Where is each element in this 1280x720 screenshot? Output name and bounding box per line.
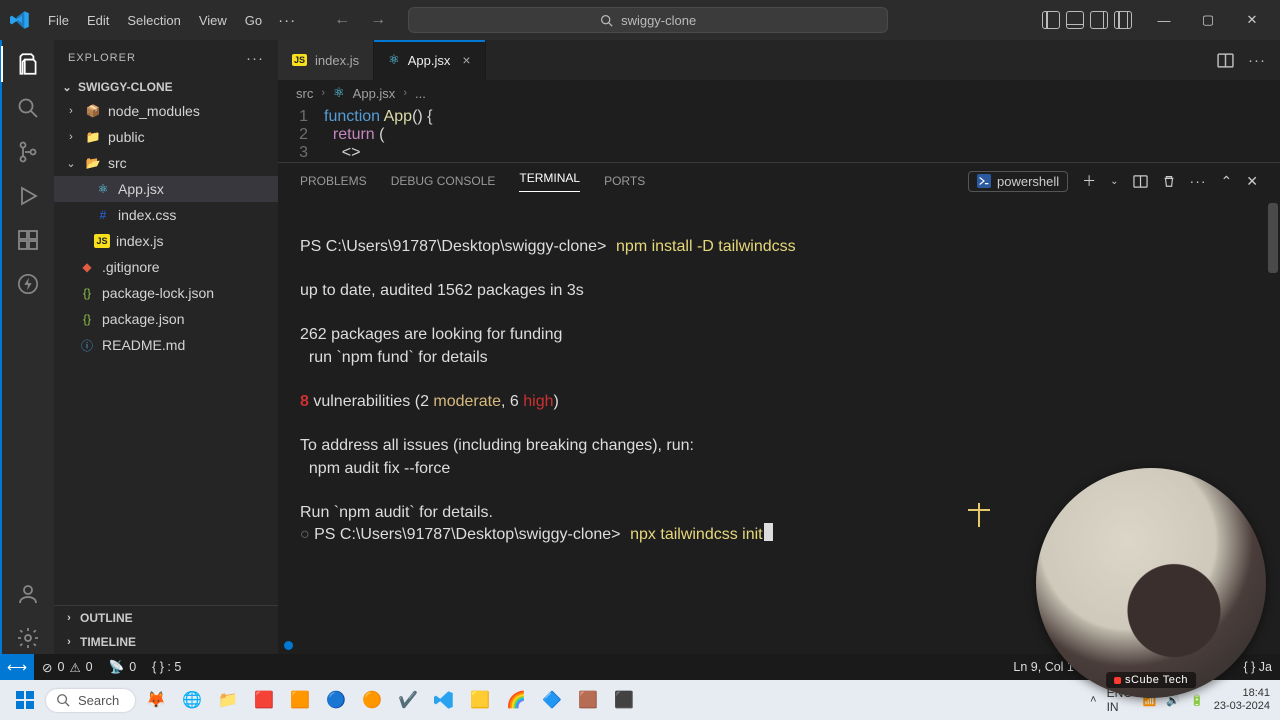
taskbar-app-7[interactable]: 🟠: [357, 685, 387, 715]
taskbar-app-10[interactable]: 🟫: [573, 685, 603, 715]
editor-tab[interactable]: ⚛App.jsx×: [374, 40, 485, 80]
search-icon: [600, 14, 613, 27]
status-problems[interactable]: ⊘0 ⚠0: [34, 660, 101, 675]
run-debug-activity-icon[interactable]: [12, 180, 44, 212]
taskbar-app-2[interactable]: 🌐: [177, 685, 207, 715]
panel-tab-terminal[interactable]: TERMINAL: [519, 171, 580, 192]
project-section-header[interactable]: ⌄ SWIGGY-CLONE: [54, 76, 278, 98]
explorer-more-icon[interactable]: ···: [246, 50, 264, 67]
customize-layout-icon[interactable]: [1114, 11, 1132, 29]
menu-selection[interactable]: Selection: [119, 9, 188, 32]
status-braces[interactable]: { } : 5: [144, 660, 189, 674]
taskbar-chrome[interactable]: 🌈: [501, 685, 531, 715]
file-tree: ›📦node_modules›📁public⌄📂src⚛App.jsx#inde…: [54, 98, 278, 605]
editor-tabs: JSindex.js⚛App.jsx× ···: [278, 40, 1280, 80]
window-maximize[interactable]: ▢: [1186, 5, 1230, 35]
status-ports[interactable]: 📡0: [101, 660, 145, 675]
maximize-panel-icon[interactable]: ⌃: [1221, 173, 1233, 190]
webcam-overlay: sCube Tech: [1036, 468, 1266, 698]
terminal-dropdown-icon[interactable]: ⌄: [1110, 176, 1118, 187]
search-activity-icon[interactable]: [12, 92, 44, 124]
menu-file[interactable]: File: [40, 9, 77, 32]
menu-go[interactable]: Go: [237, 9, 270, 32]
toggle-primary-sidebar-icon[interactable]: [1042, 11, 1060, 29]
toggle-panel-icon[interactable]: [1066, 11, 1084, 29]
taskbar-search[interactable]: Search: [46, 689, 135, 712]
panel-more-icon[interactable]: ···: [1190, 173, 1207, 189]
menu-edit[interactable]: Edit: [79, 9, 117, 32]
source-control-activity-icon[interactable]: [12, 136, 44, 168]
close-tab-icon[interactable]: ×: [462, 52, 470, 68]
taskbar-vscode[interactable]: [429, 685, 459, 715]
search-placeholder: swiggy-clone: [621, 13, 696, 28]
menu-overflow[interactable]: ···: [270, 8, 304, 33]
file-tree-item[interactable]: ⓘREADME.md: [54, 332, 278, 358]
terminal-shell-selector[interactable]: powershell: [968, 171, 1068, 192]
accounts-activity-icon[interactable]: [12, 578, 44, 610]
settings-activity-icon[interactable]: [12, 622, 44, 654]
activity-bar: [0, 40, 54, 654]
nav-forward-icon[interactable]: →: [364, 9, 392, 31]
taskbar-app-3[interactable]: 📁: [213, 685, 243, 715]
title-bar: FileEditSelectionViewGo ··· ← → swiggy-c…: [0, 0, 1280, 40]
explorer-activity-icon[interactable]: [12, 48, 44, 80]
panel-tab-ports[interactable]: PORTS: [604, 174, 645, 188]
file-tree-item[interactable]: {}package.json: [54, 306, 278, 332]
file-tree-item[interactable]: ›📁public: [54, 124, 278, 150]
timeline-section[interactable]: ›TIMELINE: [54, 630, 278, 654]
explorer-sidebar: EXPLORER ··· ⌄ SWIGGY-CLONE ›📦node_modul…: [54, 40, 278, 654]
thunder-activity-icon[interactable]: [12, 268, 44, 300]
window-close[interactable]: ✕: [1230, 5, 1274, 35]
file-tree-item[interactable]: #index.css: [54, 202, 278, 228]
editor-tab[interactable]: JSindex.js: [278, 40, 374, 80]
terminal-status-dot: [284, 641, 293, 650]
taskbar-edge[interactable]: 🔷: [537, 685, 567, 715]
explorer-title: EXPLORER: [68, 52, 136, 64]
panel-tab-debug-console[interactable]: DEBUG CONSOLE: [391, 174, 496, 188]
toggle-secondary-sidebar-icon[interactable]: [1090, 11, 1108, 29]
close-panel-icon[interactable]: ✕: [1246, 173, 1258, 190]
search-icon: [56, 693, 70, 707]
extensions-activity-icon[interactable]: [12, 224, 44, 256]
start-button[interactable]: [10, 685, 40, 715]
file-tree-item[interactable]: ⌄📂src: [54, 150, 278, 176]
taskbar-app-4[interactable]: 🟥: [249, 685, 279, 715]
new-terminal-icon[interactable]: ＋: [1082, 171, 1096, 191]
layout-controls: [1042, 11, 1132, 29]
taskbar-app-6[interactable]: 🔵: [321, 685, 351, 715]
command-center-search[interactable]: swiggy-clone: [408, 7, 888, 33]
remote-indicator[interactable]: ⟷: [0, 654, 34, 680]
taskbar-app-5[interactable]: 🟧: [285, 685, 315, 715]
nav-back-icon[interactable]: ←: [328, 9, 356, 31]
terminal-cursor: [764, 523, 773, 541]
kill-terminal-icon[interactable]: [1162, 174, 1176, 188]
breadcrumbs[interactable]: src› ⚛App.jsx› ...: [278, 80, 1280, 106]
taskbar-app-9[interactable]: 🟨: [465, 685, 495, 715]
text-cursor-icon: [978, 503, 980, 543]
menu-bar: FileEditSelectionViewGo: [40, 9, 270, 32]
split-editor-icon[interactable]: [1217, 52, 1234, 69]
vscode-logo: [10, 9, 32, 31]
outline-section[interactable]: ›OUTLINE: [54, 606, 278, 630]
panel-tab-problems[interactable]: PROBLEMS: [300, 174, 367, 188]
file-tree-item[interactable]: {}package-lock.json: [54, 280, 278, 306]
menu-view[interactable]: View: [191, 9, 235, 32]
window-minimize[interactable]: —: [1142, 5, 1186, 35]
split-terminal-icon[interactable]: [1133, 174, 1148, 189]
powershell-icon: [977, 174, 991, 188]
file-tree-item[interactable]: JSindex.js: [54, 228, 278, 254]
file-tree-item[interactable]: ›📦node_modules: [54, 98, 278, 124]
file-tree-item[interactable]: ⚛App.jsx: [54, 176, 278, 202]
panel-tabs: PROBLEMS DEBUG CONSOLE TERMINAL PORTS power…: [278, 163, 1280, 199]
file-tree-item[interactable]: ◆.gitignore: [54, 254, 278, 280]
taskbar-app-8[interactable]: ✔️: [393, 685, 423, 715]
editor-more-icon[interactable]: ···: [1248, 52, 1266, 69]
code-editor[interactable]: 1function App() {2 return (3 <>: [278, 106, 1280, 162]
taskbar-app-1[interactable]: 🦊: [141, 685, 171, 715]
taskbar-terminal[interactable]: ⬛: [609, 685, 639, 715]
